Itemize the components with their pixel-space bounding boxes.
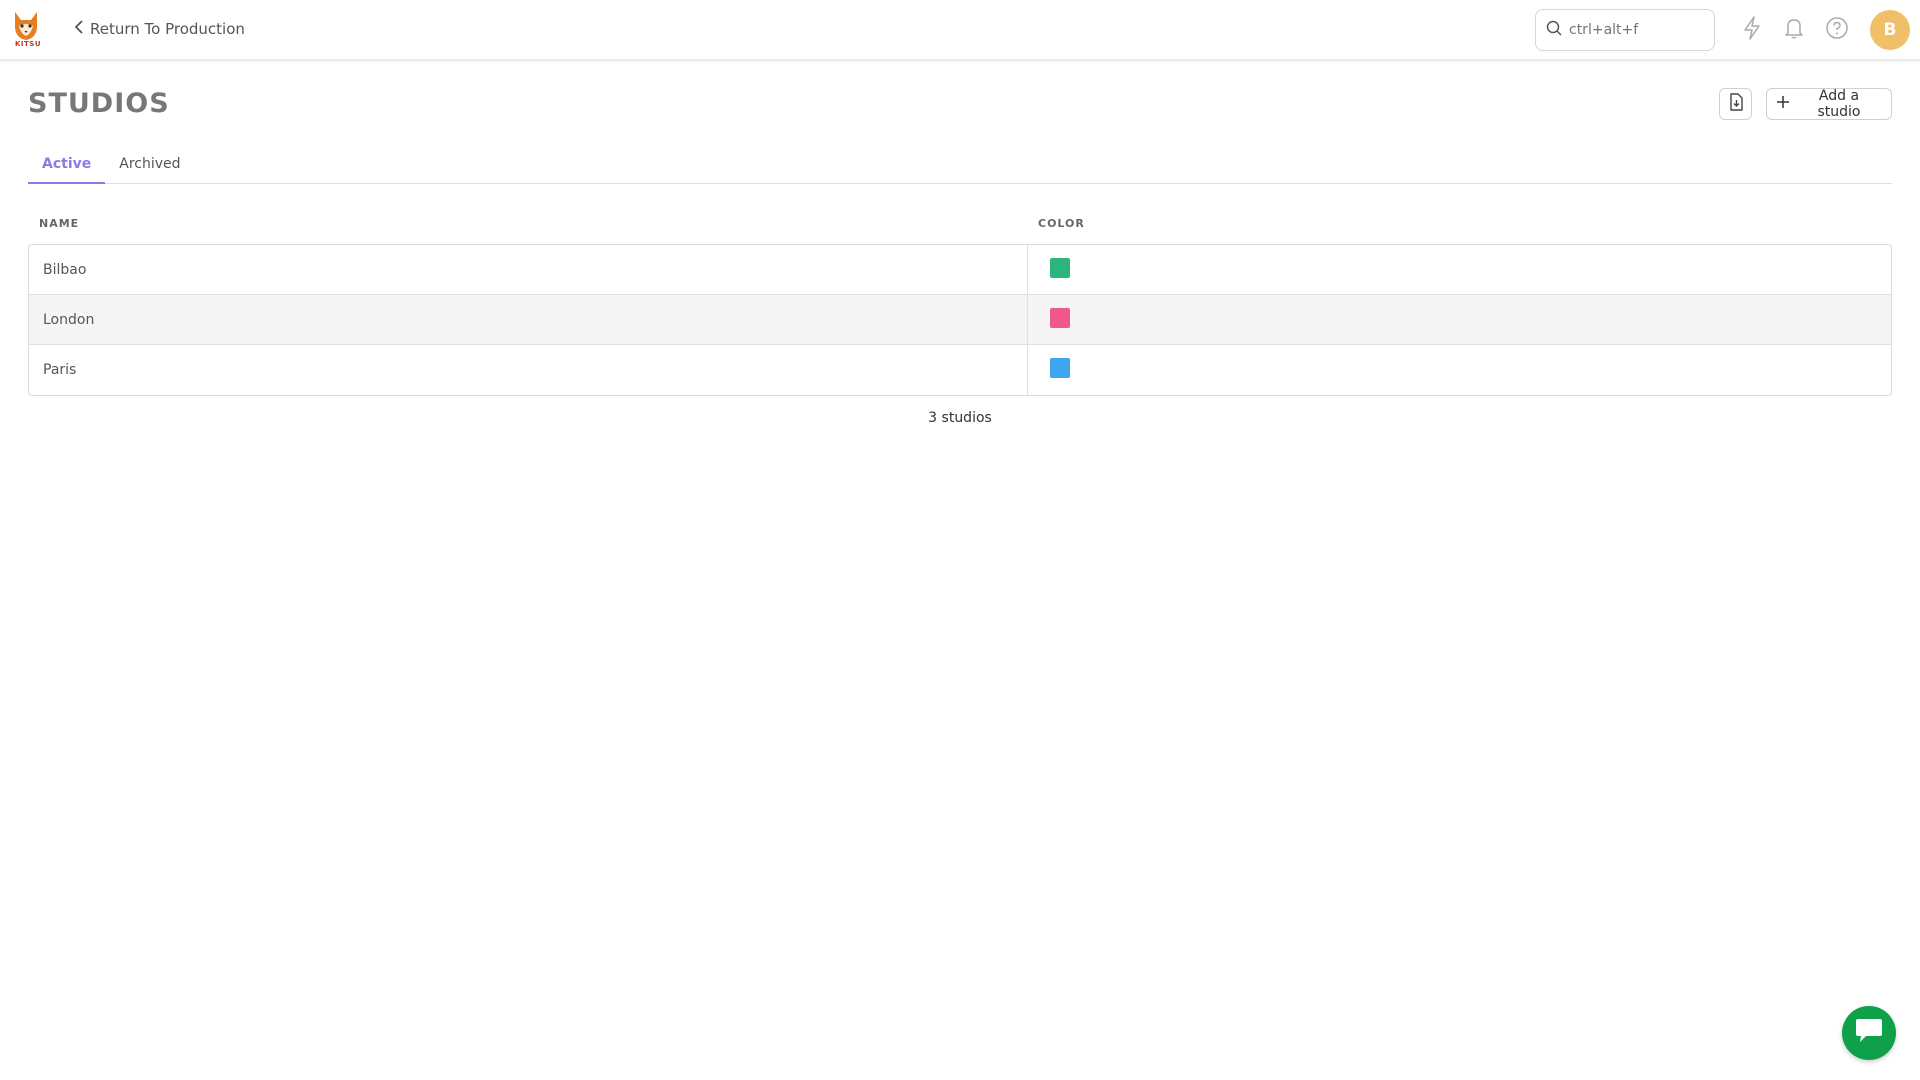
chat-button[interactable] [1842, 1006, 1896, 1060]
chevron-left-icon [74, 20, 84, 38]
studios-table: Bilbao London Paris [28, 244, 1892, 396]
studio-count: 3 studios [928, 410, 992, 426]
color-swatch [1050, 257, 1070, 278]
search-icon [1546, 20, 1562, 40]
tab-archived[interactable]: Archived [105, 152, 194, 184]
add-studio-button[interactable]: Add a studio [1766, 88, 1892, 120]
studio-tabs: Active Archived [28, 152, 1892, 184]
plus-icon [1777, 96, 1789, 112]
return-to-production-link[interactable]: Return To Production [74, 18, 245, 40]
table-row[interactable]: Paris [29, 345, 1891, 395]
page-title: STUDIOS [28, 88, 170, 119]
color-swatch [1050, 307, 1070, 328]
return-to-production-label: Return To Production [90, 20, 245, 38]
column-header-name: NAME [39, 217, 80, 230]
user-avatar[interactable]: B [1870, 10, 1910, 50]
logo-text: KITSU [15, 40, 42, 48]
table-row[interactable]: Bilbao [29, 245, 1891, 295]
bell-icon[interactable] [1782, 16, 1806, 40]
studio-color-cell [1028, 245, 1891, 294]
add-studio-label: Add a studio [1817, 88, 1861, 120]
column-header-color: COLOR [1038, 217, 1085, 230]
tab-active[interactable]: Active [28, 152, 106, 184]
table-row[interactable]: London [29, 295, 1891, 345]
color-swatch [1050, 358, 1070, 378]
studio-name: Paris [29, 345, 1028, 395]
lightning-icon[interactable] [1740, 16, 1764, 40]
top-bar: KITSU Return To Production B [0, 0, 1920, 60]
chat-icon [1854, 1018, 1884, 1048]
search-box[interactable] [1535, 9, 1715, 51]
export-button[interactable] [1719, 88, 1752, 120]
search-input[interactable] [1569, 22, 1699, 38]
table-header: NAME COLOR [28, 217, 1892, 233]
studio-name: Bilbao [29, 245, 1028, 294]
download-file-icon [1728, 93, 1744, 115]
help-icon[interactable] [1825, 16, 1849, 40]
studio-name: London [29, 295, 1028, 344]
studio-color-cell [1028, 345, 1891, 395]
studio-color-cell [1028, 295, 1891, 344]
